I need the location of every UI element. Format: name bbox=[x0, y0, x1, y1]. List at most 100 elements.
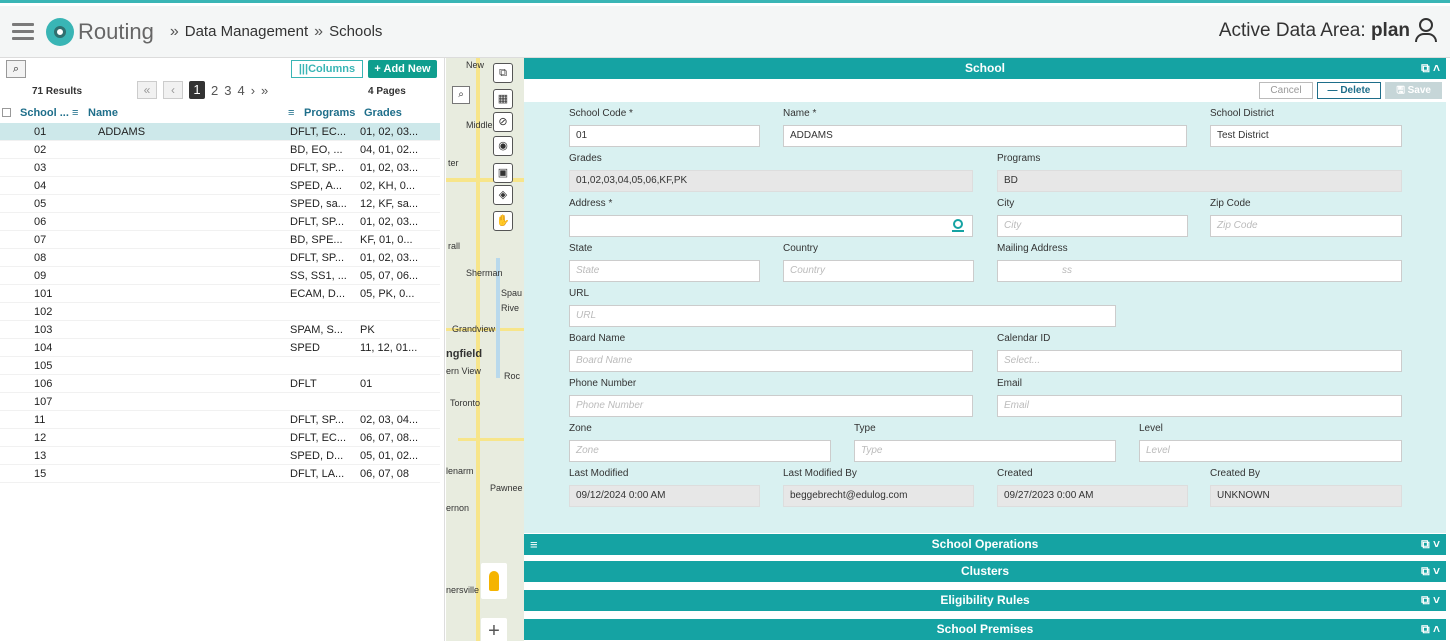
table-row[interactable]: 104 SPED 11, 12, 01... bbox=[0, 339, 440, 357]
programs-cell: DFLT bbox=[290, 377, 317, 390]
popout-collapse-icon[interactable]: ⧉ ˄ bbox=[1421, 58, 1440, 79]
zip-code-field[interactable]: Zip Code bbox=[1210, 215, 1402, 237]
calendar-id-select[interactable]: Select... bbox=[997, 350, 1402, 372]
table-row[interactable]: 03 DFLT, SP... 01, 02, 03... bbox=[0, 159, 440, 177]
page-2[interactable]: 2 bbox=[211, 83, 218, 98]
col-header-name[interactable]: Name bbox=[84, 107, 288, 119]
column-menu-icon[interactable]: ≡ bbox=[72, 107, 84, 119]
table-row[interactable]: 01 ADDAMS DFLT, EC... 01, 02, 03... bbox=[0, 123, 440, 141]
table-row[interactable]: 107 bbox=[0, 393, 440, 411]
grades-cell: 05, 01, 02... bbox=[360, 449, 419, 462]
next-page-button[interactable]: › bbox=[251, 83, 255, 98]
table-row[interactable]: 101 ECAM, D... 05, PK, 0... bbox=[0, 285, 440, 303]
columns-button[interactable]: |||Columns bbox=[291, 60, 363, 78]
table-row[interactable]: 06 DFLT, SP... 01, 02, 03... bbox=[0, 213, 440, 231]
hamburger-menu-icon[interactable]: ≡ bbox=[530, 534, 538, 555]
map-globe-icon[interactable]: ◉ bbox=[493, 136, 513, 156]
col-header-school-code[interactable]: School ... bbox=[20, 107, 72, 119]
section-header-clusters[interactable]: Clusters ⧉ ˅ bbox=[524, 561, 1446, 582]
state-field[interactable]: State bbox=[569, 260, 760, 282]
grades-cell: 04, 01, 02... bbox=[360, 143, 419, 156]
col-header-programs[interactable]: Programs bbox=[300, 107, 364, 119]
breadcrumb-data-management[interactable]: Data Management bbox=[185, 23, 308, 40]
user-icon[interactable] bbox=[1414, 18, 1438, 44]
col-header-grades[interactable]: Grades bbox=[364, 107, 424, 119]
section-header-school-operations[interactable]: ≡ School Operations ⧉ ˅ bbox=[524, 534, 1446, 555]
table-row[interactable]: 08 DFLT, SP... 01, 02, 03... bbox=[0, 249, 440, 267]
page-3[interactable]: 3 bbox=[224, 83, 231, 98]
add-new-button[interactable]: + Add New bbox=[368, 60, 437, 78]
breadcrumb-separator: » bbox=[169, 22, 179, 40]
phone-number-field[interactable]: Phone Number bbox=[569, 395, 973, 417]
table-row[interactable]: 11 DFLT, SP... 02, 03, 04... bbox=[0, 411, 440, 429]
zoom-in-button[interactable]: + bbox=[481, 618, 507, 641]
table-row[interactable]: 07 BD, SPE... KF, 01, 0... bbox=[0, 231, 440, 249]
school-code-field[interactable]: 01 bbox=[569, 125, 760, 147]
table-row[interactable]: 04 SPED, A... 02, KH, 0... bbox=[0, 177, 440, 195]
url-field[interactable]: URL bbox=[569, 305, 1116, 327]
popout-expand-icon[interactable]: ⧉ ˅ bbox=[1421, 561, 1440, 582]
board-name-field[interactable]: Board Name bbox=[569, 350, 973, 372]
popout-expand-icon[interactable]: ⧉ ˅ bbox=[1421, 534, 1440, 555]
search-icon[interactable]: ⌕ bbox=[6, 60, 26, 78]
table-row[interactable]: 102 bbox=[0, 303, 440, 321]
section-title: Clusters bbox=[960, 564, 1010, 578]
table-row[interactable]: 106 DFLT 01 bbox=[0, 375, 440, 393]
map-panel[interactable]: New Middle ter rall Sherman Spau Rive Gr… bbox=[446, 58, 524, 641]
prev-page-button[interactable]: ‹ bbox=[163, 81, 183, 99]
grades-cell: 05, PK, 0... bbox=[360, 287, 415, 300]
column-menu-icon[interactable]: ≡ bbox=[288, 107, 300, 119]
table-row[interactable]: 13 SPED, D... 05, 01, 02... bbox=[0, 447, 440, 465]
type-field[interactable]: Type bbox=[854, 440, 1116, 462]
popout-expand-icon[interactable]: ⧉ ˅ bbox=[1421, 590, 1440, 611]
map-search-icon[interactable]: ⌕ bbox=[452, 86, 470, 104]
grades-cell: 05, 07, 06... bbox=[360, 269, 419, 282]
mailing-address-field[interactable]: ss bbox=[997, 260, 1402, 282]
map-unlink-icon[interactable]: ⊘ bbox=[493, 112, 513, 132]
school-code-cell: 05 bbox=[34, 197, 47, 210]
table-row[interactable]: 02 BD, EO, ... 04, 01, 02... bbox=[0, 141, 440, 159]
save-button[interactable]: 🖫 Save bbox=[1385, 82, 1442, 99]
map-popout-icon[interactable]: ⧉ bbox=[493, 63, 513, 83]
school-code-cell: 106 bbox=[34, 377, 53, 390]
street-view-pegman-icon[interactable] bbox=[481, 563, 507, 599]
table-row[interactable]: 05 SPED, sa... 12, KF, sa... bbox=[0, 195, 440, 213]
country-field[interactable]: Country bbox=[783, 260, 974, 282]
hamburger-menu-icon[interactable] bbox=[12, 19, 34, 44]
page-4[interactable]: 4 bbox=[237, 83, 244, 98]
first-page-button[interactable]: « bbox=[137, 81, 157, 99]
delete-button[interactable]: — Delete bbox=[1316, 82, 1382, 99]
name-field[interactable]: ADDAMS bbox=[783, 125, 1187, 147]
programs-cell: DFLT, LA... bbox=[290, 467, 345, 480]
level-field[interactable]: Level bbox=[1139, 440, 1402, 462]
email-field[interactable]: Email bbox=[997, 395, 1402, 417]
table-row[interactable]: 12 DFLT, EC... 06, 07, 08... bbox=[0, 429, 440, 447]
school-code-label: School Code * bbox=[569, 108, 633, 119]
section-title: School Premises bbox=[936, 622, 1034, 636]
cancel-button[interactable]: Cancel bbox=[1259, 82, 1313, 99]
popout-collapse-icon[interactable]: ⧉ ˄ bbox=[1421, 619, 1440, 640]
table-row[interactable]: 103 SPAM, S... PK bbox=[0, 321, 440, 339]
map-pin-icon[interactable] bbox=[952, 219, 964, 233]
section-header-eligibility-rules[interactable]: Eligibility Rules ⧉ ˅ bbox=[524, 590, 1446, 611]
table-row[interactable]: 105 bbox=[0, 357, 440, 375]
zone-field[interactable]: Zone bbox=[569, 440, 831, 462]
map-label: ter bbox=[448, 158, 459, 168]
city-field[interactable]: City bbox=[997, 215, 1188, 237]
page-1[interactable]: 1 bbox=[189, 81, 205, 99]
map-stack-icon[interactable]: ◈ bbox=[493, 185, 513, 205]
breadcrumb-schools[interactable]: Schools bbox=[329, 23, 382, 40]
map-pan-hand-icon[interactable]: ✋ bbox=[493, 211, 513, 231]
map-select-icon[interactable]: ▣ bbox=[493, 163, 513, 183]
address-field[interactable] bbox=[569, 215, 973, 237]
table-row[interactable]: 09 SS, SS1, ... 05, 07, 06... bbox=[0, 267, 440, 285]
section-header-school[interactable]: School ⧉ ˄ bbox=[524, 58, 1446, 79]
map-layers-icon[interactable]: ▦ bbox=[493, 89, 513, 109]
grades-cell: 11, 12, 01... bbox=[360, 341, 418, 354]
pagination: « ‹ 1 2 3 4 › » bbox=[137, 81, 268, 99]
last-page-button[interactable]: » bbox=[261, 83, 268, 98]
table-row[interactable]: 15 DFLT, LA... 06, 07, 08 bbox=[0, 465, 440, 483]
select-all-checkbox[interactable] bbox=[2, 108, 11, 117]
section-header-school-premises[interactable]: School Premises ⧉ ˄ bbox=[524, 619, 1446, 640]
school-district-field[interactable]: Test District bbox=[1210, 125, 1402, 147]
